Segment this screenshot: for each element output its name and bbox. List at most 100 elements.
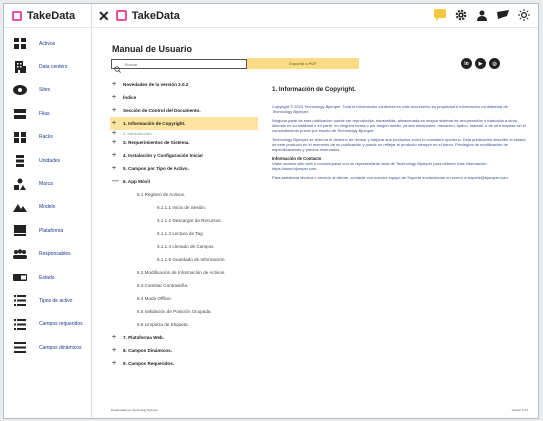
search-box[interactable] [111, 59, 247, 73]
article-paragraph: Ninguna parte de esta publicación puede … [272, 118, 526, 133]
toc-item-label: 5. Campos por Tipo de Activo. [123, 166, 189, 171]
sidebar-item-racks[interactable]: Racks [4, 126, 91, 149]
app-title: TakeData [131, 9, 180, 22]
list-check-icon [12, 318, 28, 330]
chat-icon[interactable] [434, 9, 446, 21]
sidebar-item-label: Tipos de activo [39, 297, 73, 304]
expand-icon[interactable]: + [112, 347, 120, 354]
expand-icon[interactable]: + [112, 81, 120, 88]
sidebar-item-unidades[interactable]: Unidades [4, 149, 91, 172]
sidebar-item-label: Plataforma [39, 227, 64, 234]
toc-item-6-1-1-5[interactable]: 6.1.1.5 Guardado de Información. [110, 253, 258, 266]
search-input[interactable] [125, 60, 235, 68]
toc-item-label: Índice [123, 95, 137, 100]
expand-icon[interactable]: + [112, 139, 120, 146]
table-of-contents: + Novedades de la versión 2.0.2 + Índice +… [110, 78, 258, 408]
building-icon [12, 61, 28, 74]
brand-shapes-icon [12, 178, 28, 191]
sidebar-item-modelo[interactable]: Modelo [4, 196, 91, 219]
sidebar-item-label: Data centers [39, 64, 68, 71]
sidebar-item-estado[interactable]: Estado [4, 266, 91, 289]
flag-icon[interactable] [497, 9, 509, 21]
sidebar-item-plataforma[interactable]: Plataforma [4, 219, 91, 242]
toc-item-6-4[interactable]: 6.4 Modo Offline. [110, 292, 258, 305]
app-window: TakeData Activos Data centers Sites Fila… [3, 3, 539, 419]
article-paragraph: Copyright © 2023 Technology Bjumper. Tod… [272, 104, 508, 114]
sidebar-item-campos-requeridos[interactable]: Campos requeridos [4, 313, 91, 336]
sidebar-menu: Activos Data centers Sites Filas Racks U… [4, 28, 91, 359]
toc-item-6-6[interactable]: 6.6 Limpieza de Etiqueta. [110, 318, 258, 331]
sidebar-item-sites[interactable]: Sites [4, 79, 91, 102]
toc-item-label: Sección de Control del Documento. [123, 108, 201, 113]
linkedin-icon[interactable]: in [461, 58, 472, 69]
assets-grid-icon [12, 38, 28, 50]
sidebar-item-label: Modelo [39, 204, 56, 211]
footer-version: Versión 2.0.2 [511, 408, 528, 412]
toc-item-6-2[interactable]: 6.2 Modificación de Información de Activ… [110, 266, 258, 279]
toc-item-label: 7. Plataforma Web. [123, 335, 165, 340]
rows-icon [12, 108, 28, 120]
toc-item-6-1-1-3[interactable]: 6.1.1.3 Lectura de Tag [110, 227, 258, 240]
article-title: 1. Información de Copyright. [272, 86, 356, 93]
toc-item-requerimientos[interactable]: +3. Requerimientos de Sistema. [110, 136, 258, 149]
sidebar: TakeData Activos Data centers Sites Fila… [4, 4, 92, 418]
toc-item-plataforma-web[interactable]: +7. Plataforma Web. [110, 331, 258, 344]
sidebar-brand[interactable]: TakeData [4, 4, 91, 28]
close-icon[interactable]: ✕ [98, 9, 110, 23]
toc-item-campos-tipo[interactable]: +5. Campos por Tipo de Activo. [110, 162, 258, 175]
toc-item-campos-requeridos[interactable]: +9. Campos Requeridos. [110, 357, 258, 370]
sidebar-item-filas[interactable]: Filas [4, 102, 91, 125]
toc-item-campos-dinamicos[interactable]: +8. Campos Dinámicos. [110, 344, 258, 357]
expand-icon[interactable]: + [112, 165, 120, 172]
sidebar-item-activos[interactable]: Activos [4, 32, 91, 55]
footer-credit: Desarrollado por Technology Bjumper [111, 408, 158, 412]
sidebar-item-label: Activos [39, 40, 56, 47]
sidebar-item-label: Sites [39, 87, 51, 94]
sidebar-item-marca[interactable]: Marca [4, 172, 91, 195]
toc-item-indice[interactable]: + Índice [110, 91, 258, 104]
export-pdf-button[interactable]: Exportar a PDF [247, 58, 359, 69]
instagram-icon[interactable]: ◎ [489, 58, 500, 69]
search-icon [114, 60, 122, 73]
expand-icon[interactable]: + [112, 334, 120, 341]
toc-item-6-5[interactable]: 6.5 Validación de Posición Ocupada. [110, 305, 258, 318]
expand-icon[interactable]: + [112, 107, 120, 114]
toc-item-label: 3. Requerimientos de Sistema. [123, 140, 190, 145]
sidebar-item-label: Campos requeridos [39, 321, 83, 328]
user-icon[interactable] [476, 9, 488, 21]
expand-icon[interactable]: + [112, 360, 120, 367]
toc-item-instalacion[interactable]: +4. Instalación y Configuración Inicial [110, 149, 258, 162]
sidebar-item-tipos-de-activo[interactable]: Tipos de activo [4, 289, 91, 312]
toc-item-copyright[interactable]: +1. Información de Copyright. [110, 117, 258, 130]
expand-icon[interactable]: + [112, 152, 120, 159]
sidebar-item-label: Responsables [39, 251, 71, 258]
sidebar-item-label: Marca [39, 181, 53, 188]
sidebar-item-responsables[interactable]: Responsables [4, 243, 91, 266]
article-panel: 1. Información de Copyright. Copyright ©… [272, 78, 528, 184]
toc-item-6-3[interactable]: 6.3 Cambiar Contraseña. [110, 279, 258, 292]
toc-item-6-1-1-1[interactable]: 6.1.1.1 Inicio de Sesión. [110, 201, 258, 214]
toc-item-label: 2. Introducción. [123, 130, 153, 136]
sidebar-item-data-centers[interactable]: Data centers [4, 55, 91, 78]
toc-item-seccion-control[interactable]: + Sección de Control del Documento. [110, 104, 258, 117]
support-text: Para asistencia técnica o servicio al cl… [272, 175, 508, 180]
sun-icon[interactable] [518, 9, 530, 21]
takedata-logo-icon [115, 10, 127, 21]
list-icon [12, 295, 28, 307]
toc-item-app-movil[interactable]: —6. App Móvil [110, 175, 258, 188]
toc-item-6-1-1-4[interactable]: 6.1.1.4 Llenado de Campos. [110, 240, 258, 253]
main-content: Manual de Usuario Exportar a PDF in ▶ ◎ … [92, 28, 538, 418]
expand-icon[interactable]: + [112, 94, 120, 101]
expand-icon[interactable]: + [112, 120, 120, 127]
toc-item-label: 8. Campos Dinámicos. [123, 348, 173, 353]
youtube-icon[interactable]: ▶ [475, 58, 486, 69]
top-bar-actions [434, 9, 530, 21]
toc-item-novedades[interactable]: + Novedades de la versión 2.0.2 [110, 78, 258, 91]
takedata-logo-icon [12, 10, 22, 21]
toc-item-6-1[interactable]: 6.1 Registro de Activos. [110, 188, 258, 201]
collapse-icon[interactable]: — [112, 178, 120, 185]
gear-icon[interactable] [455, 9, 467, 21]
list-icon [12, 342, 28, 354]
toc-item-6-1-1-2[interactable]: 6.1.1.2 Descargar de Recursos. [110, 214, 258, 227]
sidebar-item-campos-dinamicos[interactable]: Campos dinámicos [4, 336, 91, 359]
